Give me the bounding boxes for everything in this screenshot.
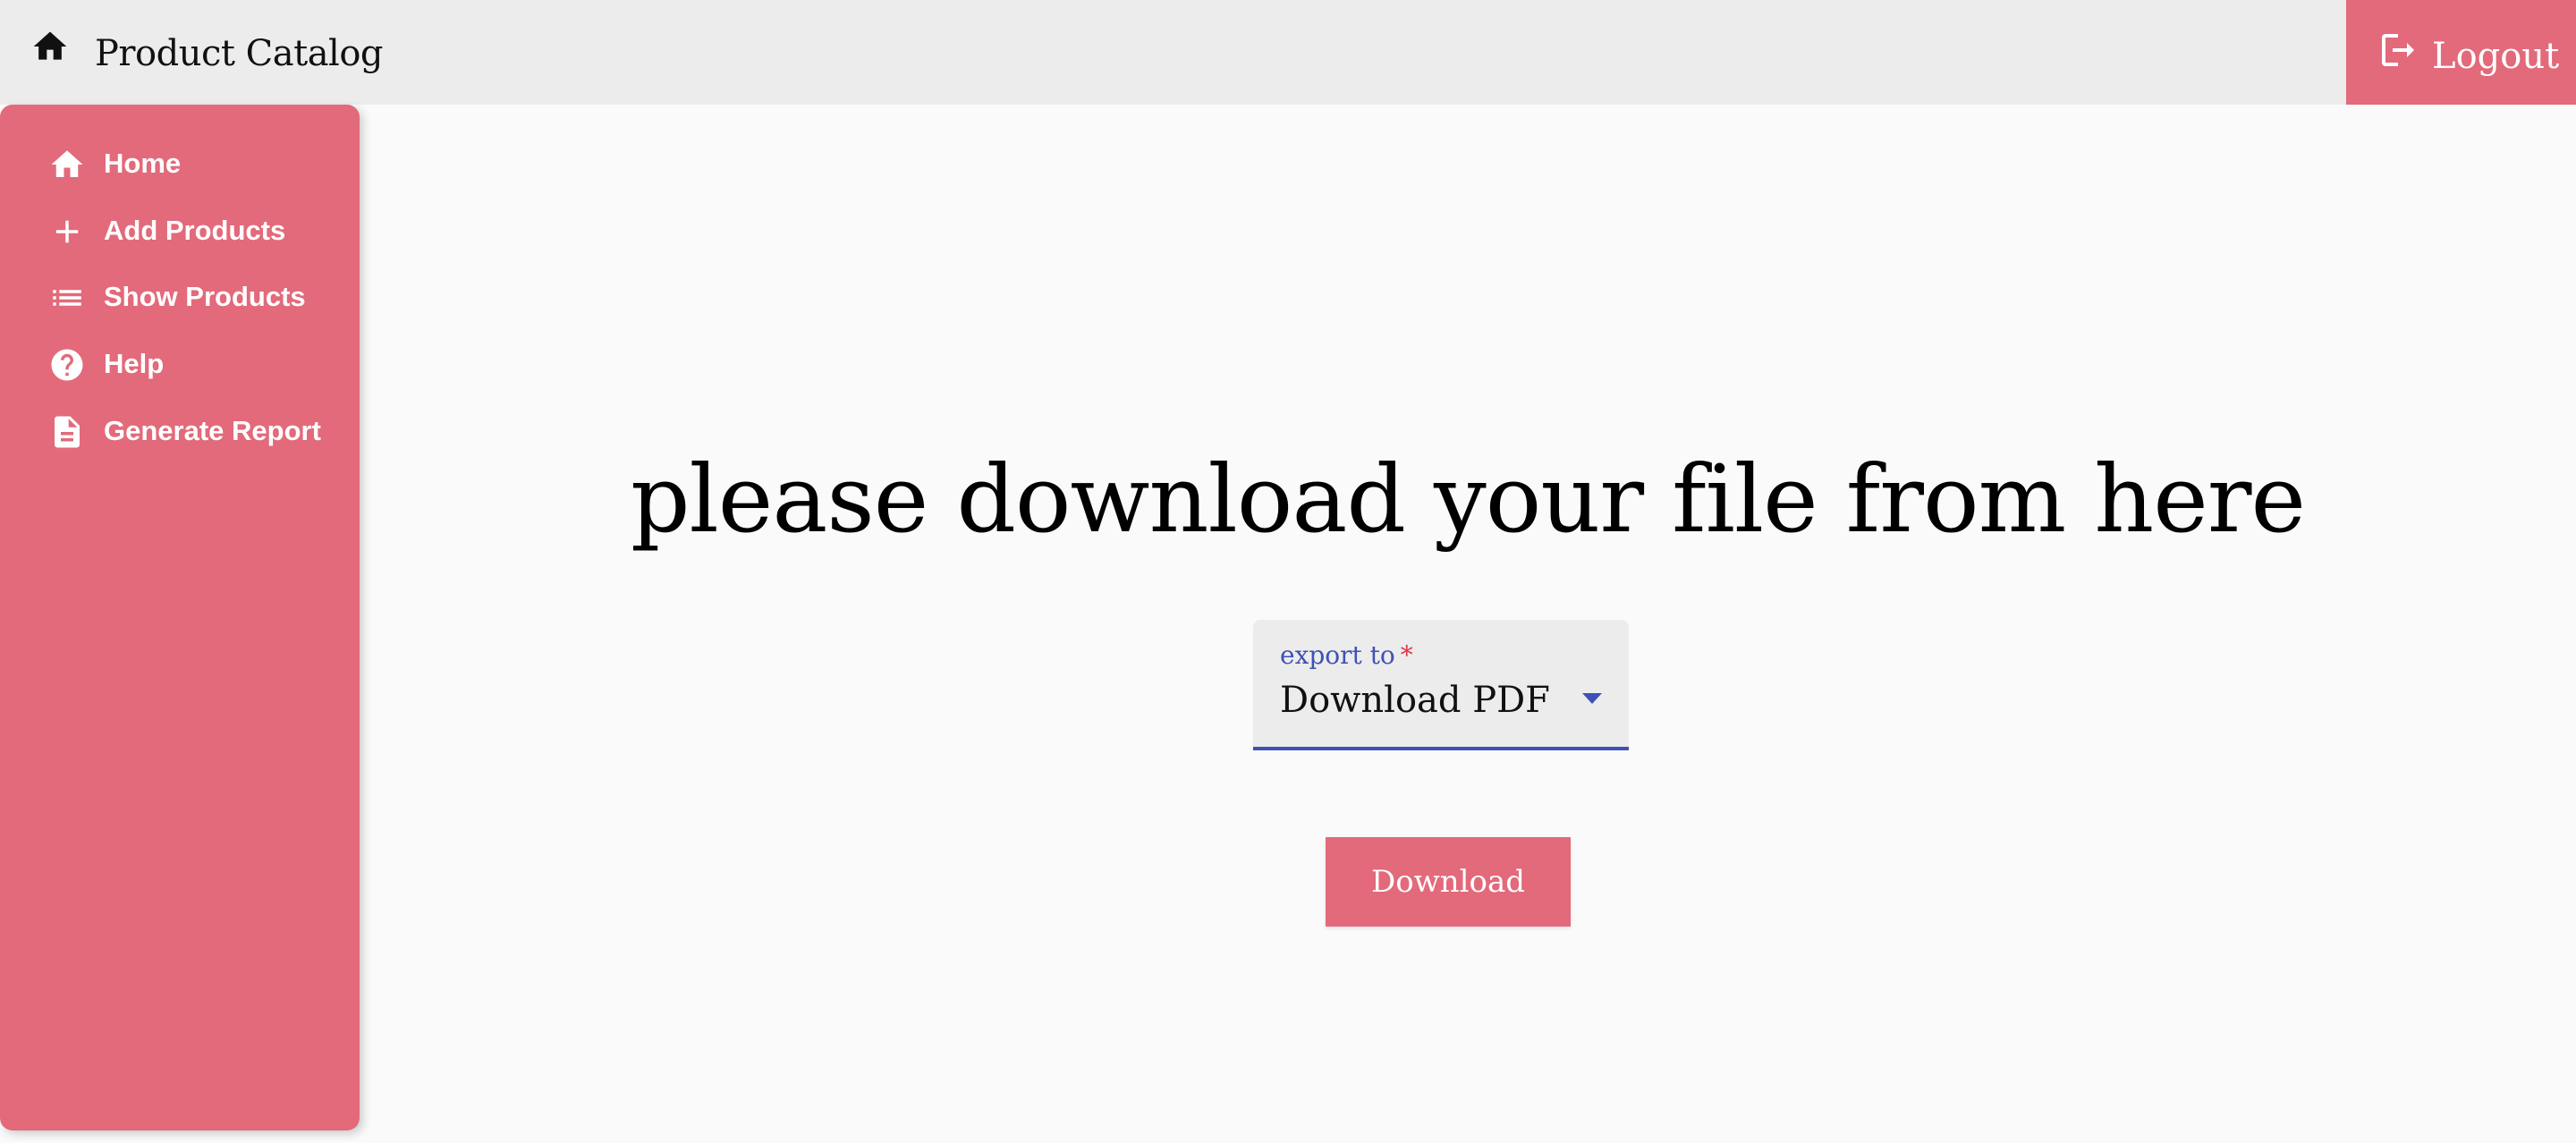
- export-to-label: export to *: [1280, 639, 1413, 672]
- sidebar-item-label: Generate Report: [104, 415, 321, 446]
- logout-label: Logout: [2432, 36, 2560, 77]
- top-app-bar: Product Catalog Logout: [0, 0, 2576, 105]
- logout-button[interactable]: Logout: [2346, 0, 2576, 105]
- export-to-label-text: export to: [1280, 640, 1395, 670]
- chevron-down-icon[interactable]: [1582, 693, 1602, 704]
- required-mark: *: [1400, 640, 1413, 670]
- logout-icon: [2382, 34, 2414, 66]
- sidebar-item-generate-report[interactable]: Generate Report: [45, 404, 349, 458]
- list-icon: [53, 290, 81, 306]
- sidebar-item-add-products[interactable]: Add Products: [45, 204, 349, 258]
- sidebar-nav: Home Add Products Show Products Help Gen…: [0, 105, 360, 1130]
- app-title: Product Catalog: [95, 33, 384, 74]
- export-to-value: Download PDF: [1280, 680, 1550, 721]
- home-icon[interactable]: [30, 27, 70, 66]
- sidebar-item-label: Show Products: [104, 281, 306, 312]
- sidebar-item-show-products[interactable]: Show Products: [45, 270, 349, 324]
- sidebar-item-label: Add Products: [104, 215, 286, 246]
- sidebar-item-label: Help: [104, 348, 165, 379]
- download-button[interactable]: Download: [1326, 837, 1571, 927]
- page-headline: please download your file from here: [630, 444, 2306, 554]
- sidebar-item-label: Home: [104, 148, 182, 179]
- export-to-select[interactable]: export to * Download PDF: [1253, 620, 1629, 750]
- sidebar-item-help[interactable]: Help: [45, 337, 349, 391]
- document-icon: [55, 416, 80, 448]
- help-circle-icon: [51, 349, 83, 381]
- plus-icon: [55, 220, 79, 243]
- sidebar-item-home[interactable]: Home: [45, 137, 349, 190]
- home-icon: [51, 150, 83, 177]
